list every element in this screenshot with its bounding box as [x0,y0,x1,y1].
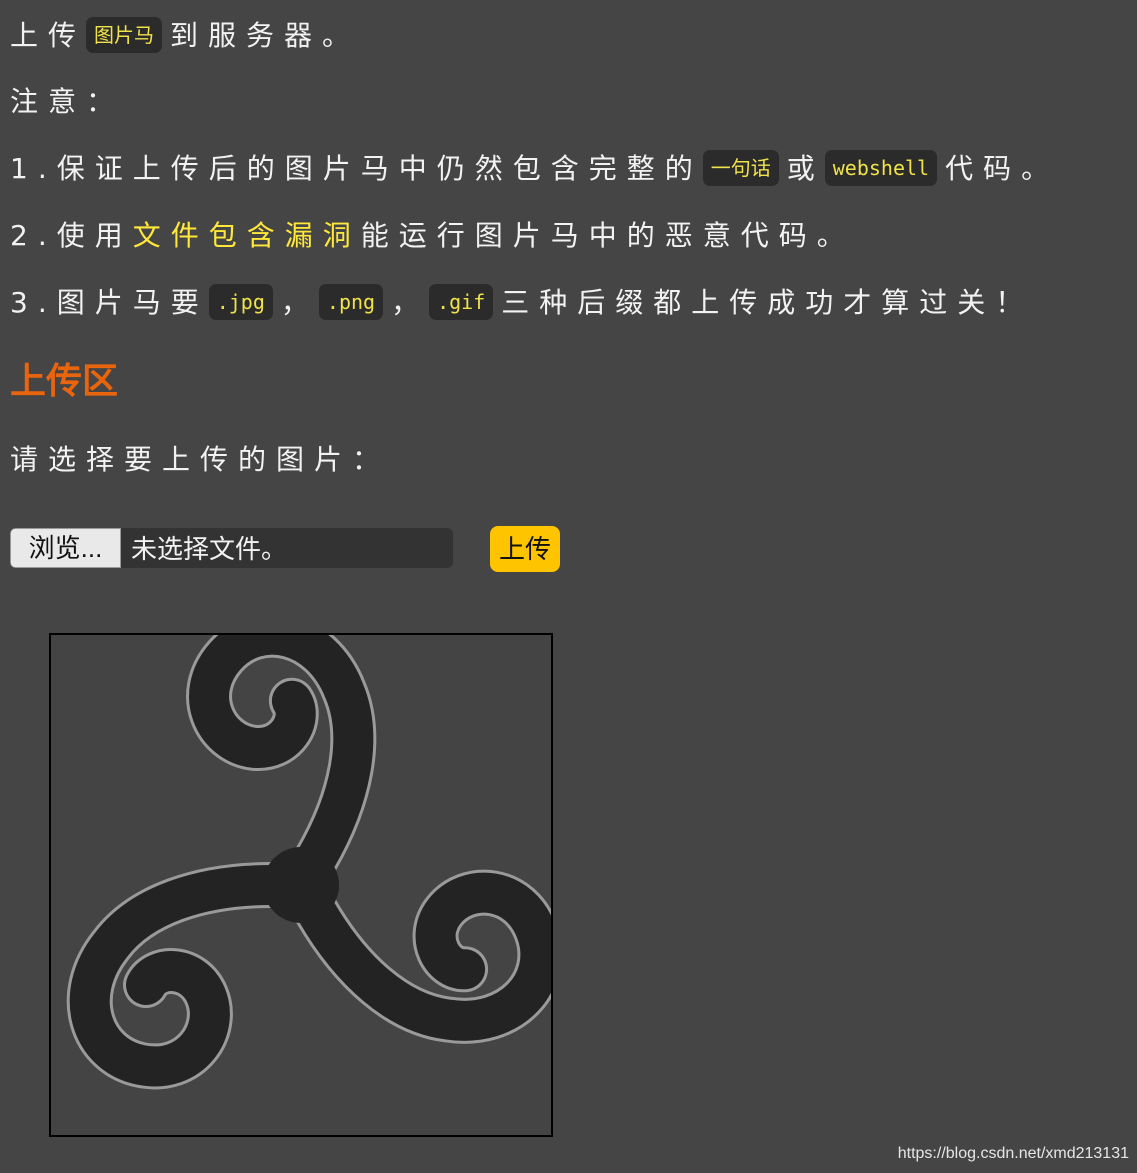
intro-upload-line: 上传 图片马 到服务器。 [10,16,360,56]
spiral-arm [316,820,551,1068]
upload-suffix: 到服务器。 [170,19,361,52]
req2-text-b: 能运行图片马中的恶意代码。 [360,219,855,252]
spiral-center [263,847,339,923]
notice-label: 注意： [10,85,125,118]
image-preview [49,633,553,1137]
req1-text-a: 1.保证上传后的图片马中仍然包含完整的 [10,152,703,185]
jpg-code: .jpg [208,284,273,320]
file-input[interactable]: 浏览... 未选择文件。 [10,528,453,568]
spiral-arm [90,885,271,1066]
webshell-code: webshell [824,150,938,186]
file-inclusion-highlight: 文件包含漏洞 [132,219,361,252]
req3-text-a: 3.图片马要 [10,286,209,319]
upload-prompt: 请选择要上传的图片： [10,443,391,476]
requirement-2: 2.使用文件包含漏洞能运行图片马中的恶意代码。 [10,216,855,256]
browse-button[interactable]: 浏览... [10,528,121,568]
req1-text-b: 或 [786,152,825,185]
one-liner-code: 一句话 [702,150,779,186]
image-horse-code: 图片马 [86,17,163,53]
upload-button[interactable]: 上传 [490,526,560,572]
upload-area-heading: 上传区 [10,360,119,401]
watermark: https://blog.csdn.net/xmd213131 [897,1145,1129,1162]
spiral-arm [159,635,407,859]
req3-text-b: 三种后缀都上传成功才算过关！ [501,286,1034,319]
req1-text-c: 代码。 [945,152,1060,185]
file-status-text: 未选择文件。 [131,534,288,564]
requirement-3: 3.图片马要 .jpg， .png， .gif 三种后缀都上传成功才算过关！ [10,283,1033,323]
triskelion-spiral-icon [51,635,551,1135]
gif-code: .gif [429,284,494,320]
req3-sep-2: ， [391,286,430,319]
requirement-1: 1.保证上传后的图片马中仍然包含完整的 一句话或 webshell 代码。 [10,149,1059,189]
req3-sep-1: ， [280,286,319,319]
req2-text-a: 2.使用 [10,219,133,252]
upload-prefix: 上传 [10,19,87,52]
png-code: .png [318,284,384,320]
